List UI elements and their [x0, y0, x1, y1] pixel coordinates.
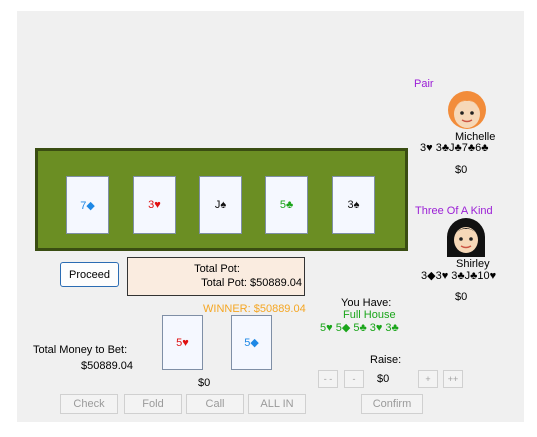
- player1-hand-rank: Pair: [414, 78, 434, 90]
- raise-plus-double-button[interactable]: ++: [443, 370, 463, 388]
- community-card-4: 5♣: [265, 176, 308, 234]
- all-in-button[interactable]: ALL IN: [248, 394, 306, 414]
- you-have-label: You Have:: [341, 297, 392, 309]
- raise-label: Raise:: [370, 354, 402, 366]
- community-card-3: J♠: [199, 176, 242, 234]
- community-card-1: 7◆: [66, 176, 109, 234]
- you-cards: 5♥ 5◆ 5♣ 3♥ 3♣: [320, 322, 399, 334]
- bet-total: $50889.04: [81, 360, 133, 372]
- fold-button[interactable]: Fold: [124, 394, 182, 414]
- player1-money: $0: [455, 164, 468, 176]
- bet-label: Total Money to Bet:: [33, 344, 128, 356]
- hole-card-2: 5◆: [231, 315, 272, 370]
- call-button[interactable]: Call: [186, 394, 244, 414]
- pot-title: Total Pot:: [194, 263, 240, 275]
- player2-avatar: [447, 218, 485, 257]
- pot-panel: Total Pot: Total Pot: $50889.04: [127, 257, 305, 296]
- confirm-button[interactable]: Confirm: [361, 394, 423, 414]
- community-card-2: 3♥: [133, 176, 176, 234]
- raise-minus-button[interactable]: -: [344, 370, 364, 388]
- current-bet: $0: [198, 377, 211, 389]
- winner-text: WINNER: $50889.04: [203, 303, 306, 315]
- player2-cards: 3◆3♥ 3♣J♣10♥: [421, 270, 497, 282]
- raise-minus-double-button[interactable]: - -: [318, 370, 338, 388]
- proceed-button[interactable]: Proceed: [60, 262, 119, 287]
- raise-value: $0: [377, 373, 390, 385]
- pot-value: Total Pot: $50889.04: [201, 277, 302, 289]
- hole-card-1: 5♥: [162, 315, 203, 370]
- player1-avatar: [448, 91, 486, 129]
- check-button[interactable]: Check: [60, 394, 118, 414]
- community-card-5: 3♠: [332, 176, 375, 234]
- player1-cards: 3♥ 3♣J♣7♣6♣: [420, 142, 489, 154]
- raise-plus-button[interactable]: +: [418, 370, 438, 388]
- you-hand-rank: Full House: [343, 309, 396, 321]
- poker-table: 7◆ 3♥ J♠ 5♣ 3♠: [35, 148, 408, 251]
- player2-money: $0: [455, 291, 468, 303]
